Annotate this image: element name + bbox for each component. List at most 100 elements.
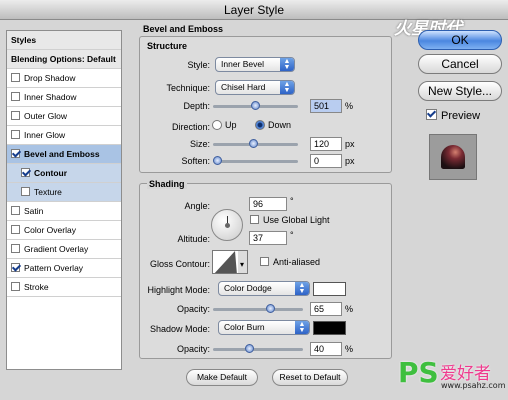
checkbox-icon[interactable] <box>11 92 20 101</box>
depth-unit: % <box>345 101 354 111</box>
checkbox-checked-icon[interactable] <box>21 168 30 177</box>
checkbox-icon[interactable] <box>21 187 30 196</box>
ps-watermark-logo: PS <box>398 356 439 389</box>
preview-checkbox[interactable]: Preview <box>426 109 480 122</box>
reset-default-button[interactable]: Reset to Default <box>272 369 348 386</box>
shadow-opacity-input[interactable]: 40 <box>310 342 342 356</box>
angle-label: Angle: <box>184 201 210 211</box>
checkbox-icon[interactable] <box>11 225 20 234</box>
use-global-light-checkbox[interactable]: Use Global Light <box>250 215 330 225</box>
make-default-button[interactable]: Make Default <box>186 369 258 386</box>
radio-up-icon <box>212 120 222 130</box>
angle-input[interactable]: 96 <box>249 197 287 211</box>
select-arrows-icon: ▲ ▼ <box>295 282 309 295</box>
checkbox-icon[interactable] <box>11 282 20 291</box>
sidebar-item-styles[interactable]: Styles <box>7 31 121 50</box>
angle-deg: ° <box>290 196 294 206</box>
select-arrows-icon: ▲ ▼ <box>280 58 294 71</box>
checkbox-icon[interactable] <box>11 73 20 82</box>
size-input[interactable]: 120 <box>310 137 342 151</box>
highlight-opacity-slider[interactable] <box>213 304 303 313</box>
angle-dial[interactable] <box>211 209 243 241</box>
sidebar-item-outer-glow[interactable]: Outer Glow <box>7 107 121 126</box>
shadow-mode-select[interactable]: Color Burn ▲ ▼ <box>218 320 310 335</box>
ok-button[interactable]: OK <box>418 30 502 50</box>
depth-slider-thumb[interactable] <box>251 101 260 110</box>
checkbox-icon <box>250 215 259 224</box>
sidebar-item-blending-options-default[interactable]: Blending Options: Default <box>7 50 121 69</box>
checkbox-checked-icon <box>426 109 437 120</box>
sidebar-item-pattern-overlay[interactable]: Pattern Overlay <box>7 259 121 278</box>
sidebar-item-label: Pattern Overlay <box>24 263 84 273</box>
sidebar-item-label: Contour <box>34 168 68 178</box>
checkbox-icon[interactable] <box>11 130 20 139</box>
gloss-contour-picker[interactable]: ▾ <box>212 250 248 274</box>
sidebar-item-texture[interactable]: Texture <box>7 183 121 202</box>
sidebar-item-label: Styles <box>11 35 37 45</box>
layer-style-dialog: Layer Style 火星时代 www.hxsd.com StylesBlen… <box>0 0 508 400</box>
cancel-button[interactable]: Cancel <box>418 54 502 74</box>
anti-aliased-checkbox[interactable]: Anti-aliased <box>260 257 320 267</box>
checkbox-icon[interactable] <box>11 244 20 253</box>
sidebar-item-bevel-and-emboss[interactable]: Bevel and Emboss <box>7 145 121 164</box>
altitude-deg: ° <box>290 230 294 240</box>
gloss-contour-label: Gloss Contour: <box>149 259 210 269</box>
checkbox-icon[interactable] <box>11 206 20 215</box>
contour-curve-icon: ▾ <box>214 251 247 273</box>
direction-up-radio[interactable]: Up <box>212 120 237 130</box>
checkbox-icon[interactable] <box>11 111 20 120</box>
style-select[interactable]: Inner Bevel ▲ ▼ <box>215 57 295 72</box>
technique-select[interactable]: Chisel Hard ▲ ▼ <box>215 80 295 95</box>
direction-down-label: Down <box>268 120 292 130</box>
sidebar-item-label: Gradient Overlay <box>24 244 89 254</box>
direction-label: Direction: <box>171 122 210 132</box>
structure-title: Structure <box>147 41 188 51</box>
highlight-opacity-input[interactable]: 65 <box>310 302 342 316</box>
checkbox-checked-icon[interactable] <box>11 263 20 272</box>
checkbox-checked-icon[interactable] <box>11 149 20 158</box>
altitude-input[interactable]: 37 <box>249 231 287 245</box>
size-slider[interactable] <box>213 139 298 148</box>
sidebar-item-satin[interactable]: Satin <box>7 202 121 221</box>
bevel-emboss-title: Bevel and Emboss <box>143 24 224 34</box>
sidebar-item-stroke[interactable]: Stroke <box>7 278 121 297</box>
depth-slider[interactable] <box>213 101 298 110</box>
highlight-opacity-unit: % <box>345 304 354 314</box>
preview-label: Preview <box>441 110 481 122</box>
shading-title: Shading <box>147 179 187 189</box>
sidebar-item-label: Blending Options: Default <box>11 54 116 64</box>
shadow-opacity-slider[interactable] <box>213 344 303 353</box>
soften-input[interactable]: 0 <box>310 154 342 168</box>
direction-down-radio[interactable]: Down <box>255 120 291 130</box>
new-style-button[interactable]: New Style... <box>418 81 502 101</box>
size-label: Size: <box>189 139 210 149</box>
sidebar-item-label: Satin <box>24 206 44 216</box>
styles-sidebar: Styles Blending Options: Default Drop Shad… <box>6 30 122 370</box>
depth-input[interactable]: 501 <box>310 99 342 113</box>
highlight-opacity-thumb[interactable] <box>265 304 275 313</box>
highlight-color-swatch[interactable] <box>313 282 346 296</box>
technique-label: Technique: <box>166 83 210 93</box>
global-light-label: Use Global Light <box>263 215 330 225</box>
shadow-opacity-thumb[interactable] <box>245 344 255 353</box>
soften-slider-thumb[interactable] <box>213 156 222 165</box>
radio-down-icon <box>255 120 265 130</box>
sidebar-item-inner-shadow[interactable]: Inner Shadow <box>7 88 121 107</box>
sidebar-item-drop-shadow[interactable]: Drop Shadow <box>7 69 121 88</box>
svg-text:▾: ▾ <box>240 260 244 269</box>
checkbox-icon <box>260 257 269 266</box>
size-unit: px <box>345 139 355 149</box>
sidebar-item-gradient-overlay[interactable]: Gradient Overlay <box>7 240 121 259</box>
sidebar-item-color-overlay[interactable]: Color Overlay <box>7 221 121 240</box>
highlight-mode-select[interactable]: Color Dodge ▲ ▼ <box>218 281 310 296</box>
style-select-value: Inner Bevel <box>221 59 264 69</box>
sidebar-item-label: Outer Glow <box>24 111 67 121</box>
altitude-label: Altitude: <box>177 234 210 244</box>
shadow-color-swatch[interactable] <box>313 321 346 335</box>
sidebar-item-inner-glow[interactable]: Inner Glow <box>7 126 121 145</box>
soften-slider[interactable] <box>213 156 298 165</box>
sidebar-item-label: Stroke <box>24 282 49 292</box>
sidebar-item-contour[interactable]: Contour <box>7 164 121 183</box>
size-slider-thumb[interactable] <box>249 139 259 148</box>
ps-watermark-cn: 爱好者 <box>440 364 491 384</box>
